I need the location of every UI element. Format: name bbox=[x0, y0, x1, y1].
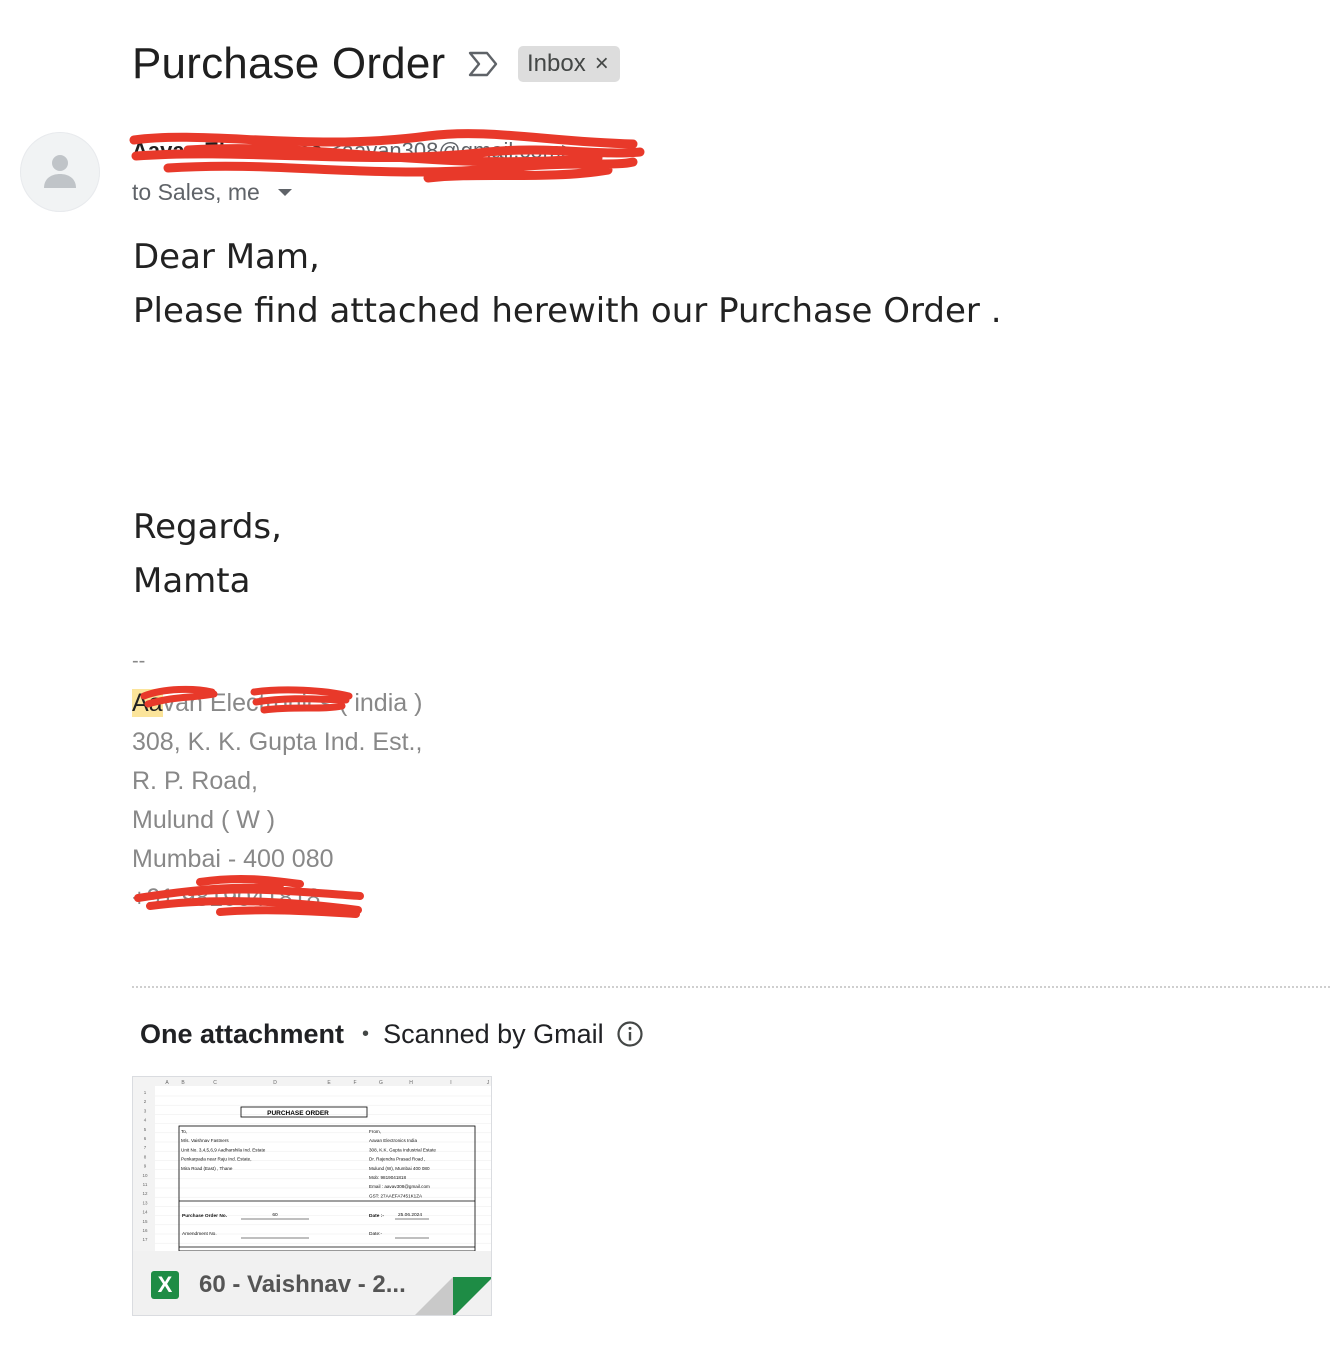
row-number: 15 bbox=[142, 1219, 148, 1224]
separator-dot: • bbox=[362, 1022, 370, 1045]
spreadsheet-preview[interactable]: A B C D E F G H I J1234567891011121314151617PURCH… bbox=[133, 1077, 492, 1251]
column-header: F bbox=[353, 1080, 356, 1086]
row-number: 11 bbox=[143, 1182, 148, 1187]
company-name-rest: van Electronics ( india ) bbox=[162, 689, 423, 717]
column-header: I bbox=[450, 1080, 451, 1086]
row-number: 17 bbox=[142, 1237, 148, 1242]
email-subject: Purchase Order bbox=[132, 39, 446, 88]
scanned-by-gmail: Scanned by Gmail bbox=[383, 1018, 604, 1049]
row-number: 13 bbox=[142, 1200, 148, 1205]
info-icon[interactable] bbox=[616, 1020, 644, 1048]
column-header: H bbox=[409, 1080, 413, 1086]
from-address-line: Mulund (W), Mumbai 400 080 bbox=[369, 1166, 430, 1171]
from-address-line: 308, K.K. Gupta Industrial Estate bbox=[369, 1147, 436, 1152]
excel-file-icon: X bbox=[151, 1271, 179, 1299]
attachments-divider bbox=[132, 986, 1330, 988]
po-title: PURCHASE ORDER bbox=[267, 1110, 329, 1117]
to-address-line: Mira Road (East) , Thane bbox=[181, 1166, 233, 1171]
remove-label-button[interactable]: × bbox=[595, 52, 609, 76]
attachment-card[interactable]: A B C D E F G H I J 1 2 3 4 5 6 7 8 9 10 11 12 13 14 15 16 17 PURCH… bbox=[132, 1076, 492, 1316]
row-number: 14 bbox=[142, 1210, 148, 1215]
date-label: Date :- bbox=[369, 1213, 384, 1219]
column-header: G bbox=[379, 1080, 383, 1086]
to-address-line: M/s. Vaishnav Fastners bbox=[181, 1138, 229, 1143]
important-marker-icon[interactable] bbox=[467, 50, 499, 78]
sender-avatar[interactable] bbox=[20, 132, 100, 212]
signature-address-line: R. P. Road, bbox=[132, 767, 259, 795]
from-address-line: Dr. Rajendra Prasad Road , bbox=[369, 1157, 425, 1162]
po-table-border bbox=[178, 1125, 476, 1251]
body-greeting: Dear Mam, bbox=[133, 237, 320, 277]
po-number-label: Purchase Order No. bbox=[182, 1213, 227, 1219]
attachments-header: One attachment • Scanned by Gmail bbox=[140, 1014, 644, 1054]
row-number: 16 bbox=[142, 1228, 148, 1233]
chevron-down-icon[interactable] bbox=[278, 189, 292, 196]
date-value: 25.06.2024 bbox=[398, 1212, 422, 1218]
to-address-line: Penkarpada near Raju Ind. Estate, bbox=[181, 1157, 251, 1162]
body-signer: Mamta bbox=[133, 561, 251, 601]
attachment-count: One attachment bbox=[140, 1018, 345, 1049]
signature-address-line: Mumbai - 400 080 bbox=[132, 845, 334, 873]
to-address-line: Unit No. 3,4,5,6,9 Aadharshila Ind. Esta… bbox=[181, 1147, 266, 1152]
column-header-band bbox=[133, 1077, 491, 1086]
to-address-line: To, bbox=[181, 1129, 187, 1134]
row-number: 10 bbox=[142, 1173, 148, 1178]
attachment-filename[interactable]: 60 - Vaishnav - 2... bbox=[199, 1270, 406, 1300]
email-view: Purchase Order Inbox × Aavan Electronics… bbox=[0, 0, 1330, 1362]
from-address-line: GST: 27AAEFA7451K1ZA bbox=[369, 1193, 423, 1198]
from-address-line: Aavan Electronics India bbox=[369, 1138, 417, 1143]
recipients-summary[interactable]: to Sales, me bbox=[132, 177, 260, 207]
signature-separator: -- bbox=[132, 650, 146, 672]
from-address-line: From, bbox=[369, 1129, 381, 1134]
signature-address-line: 308, K. K. Gupta Ind. Est., bbox=[132, 728, 423, 756]
body-line: Please find attached herewith our Purcha… bbox=[133, 291, 1002, 331]
search-highlight: Aa bbox=[132, 689, 163, 717]
amendment-label: Amendment No. bbox=[182, 1231, 217, 1237]
page-fold-corner-icon bbox=[415, 1277, 491, 1315]
label-text: Inbox bbox=[527, 50, 586, 77]
column-header: C bbox=[213, 1080, 217, 1086]
signature-address-line: Mulund ( W ) bbox=[132, 806, 276, 834]
signature-phone[interactable]: +91 9819041818 bbox=[132, 882, 320, 914]
po-number-value: 60 bbox=[272, 1212, 278, 1218]
from-address-line: Email : aavav308@gmail.com bbox=[369, 1184, 430, 1189]
signature-company: Aavan Electronics ( india ) bbox=[132, 687, 422, 719]
amendment-date-label: Date:- bbox=[369, 1231, 382, 1237]
body-regards: Regards, bbox=[133, 507, 282, 547]
inbox-label-chip: Inbox × bbox=[518, 46, 620, 82]
person-icon bbox=[44, 155, 76, 188]
from-address-line: Mob: 9819041818 bbox=[369, 1175, 406, 1180]
row-number: 12 bbox=[142, 1191, 148, 1196]
column-header: D bbox=[273, 1080, 277, 1086]
